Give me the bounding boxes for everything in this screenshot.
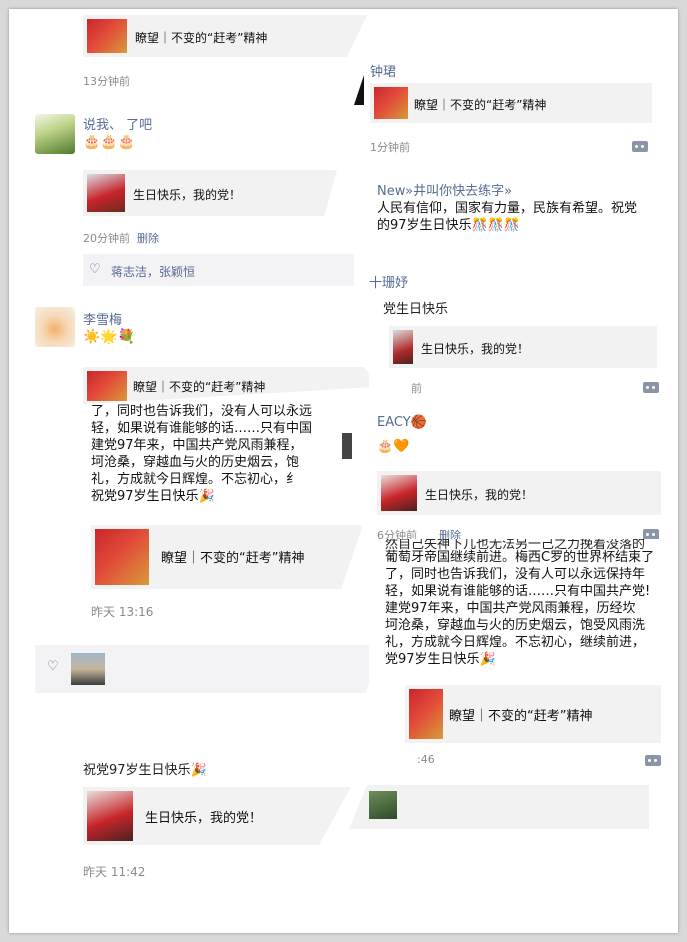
text-line: 了，同时也告诉我们，没有人可以永远 <box>91 404 313 419</box>
post-bottom-left: 祝党97岁生日快乐🎉 生日快乐，我的党！ 昨天 11:42 <box>9 757 359 933</box>
avatar[interactable] <box>35 307 75 347</box>
author-name[interactable]: 十珊妤 <box>369 272 408 291</box>
card-thumbnail <box>87 371 127 401</box>
liker-avatar[interactable] <box>71 653 105 685</box>
post-text: 葡萄牙帝国继续前进。梅西C罗的世界杯结束了 了，同时也告诉我们，没有人可以永远保… <box>385 549 678 668</box>
post-emoji: 🎂🧡 <box>377 439 410 454</box>
text-line: 礼，方成就今日辉煌。不忘初心，继续前进， <box>385 635 646 650</box>
card-thumbnail <box>95 529 149 585</box>
card-thumbnail <box>374 87 408 119</box>
post-shan: 十珊妤 党生日快乐 生日快乐，我的党！ 前 <box>369 264 678 404</box>
link-card[interactable]: 生日快乐，我的党！ <box>389 326 657 368</box>
likes-bar: ♡ 蒋志洁，张颖恒 <box>83 254 354 286</box>
post-time: :46 <box>417 753 435 766</box>
likes-bar: ♡ <box>35 645 380 693</box>
card-title: 生日快乐，我的党！ <box>133 188 242 202</box>
card-thumbnail <box>87 791 133 841</box>
card-thumbnail <box>381 475 417 511</box>
card-thumbnail <box>393 330 413 364</box>
more-icon[interactable] <box>643 382 659 393</box>
author-name[interactable]: 钟珺 <box>370 61 396 80</box>
text-line: 了，同时也告诉我们，没有人可以永远保持年 <box>385 567 646 582</box>
link-card[interactable]: 瞭望｜不变的“赶考”精神 <box>83 15 367 57</box>
text-line: 人民有信仰，国家有力量，民族有希望。祝党 <box>377 201 638 216</box>
post-emoji: ☀️🌟💐 <box>83 329 136 345</box>
card-title: 瞭望｜不变的“赶考”精神 <box>135 31 268 45</box>
author-name[interactable]: 李雪梅 <box>83 309 122 328</box>
card-title: 生日快乐，我的党！ <box>145 811 263 826</box>
link-card[interactable]: 生日快乐，我的党！ <box>83 170 337 216</box>
more-icon[interactable] <box>645 755 661 766</box>
card-title: 瞭望｜不变的“赶考”精神 <box>414 98 547 112</box>
post-time: 昨天 13:16 <box>91 605 154 619</box>
fragment-edge <box>342 433 352 459</box>
post-time: 20分钟前 <box>83 232 130 245</box>
card-title: 瞭望｜不变的“赶考”精神 <box>133 380 266 394</box>
card-title: 生日快乐，我的党！ <box>425 488 534 502</box>
author-name[interactable]: EACY🏀 <box>377 415 427 430</box>
card-title: 瞭望｜不变的“赶考”精神 <box>449 709 593 724</box>
author-name[interactable]: New»井叫你快去练字» <box>377 180 512 199</box>
more-icon[interactable] <box>632 141 648 152</box>
post-emoji: 🎂🎂🎂 <box>83 134 136 150</box>
text-line: 党97岁生日快乐🎉 <box>385 652 496 667</box>
card-thumbnail <box>369 791 397 819</box>
text-line: 建党97年来，中国共产党风雨兼程，历经坎 <box>385 601 636 616</box>
post-time: 1分钟前 <box>370 141 410 154</box>
link-card[interactable]: 生日快乐，我的党！ <box>377 471 661 515</box>
post-fragment-top: 瞭望｜不变的“赶考”精神 13分钟前 <box>79 9 369 99</box>
likes-names[interactable]: 蒋志洁，张颖恒 <box>111 263 195 280</box>
card-thumbnail <box>87 174 125 212</box>
link-card[interactable]: 生日快乐，我的党！ <box>83 787 351 845</box>
avatar[interactable] <box>35 114 75 154</box>
text-line: 葡萄牙帝国继续前进。梅西C罗的世界杯结束了 <box>385 550 655 565</box>
link-card[interactable]: 瞭望｜不变的“赶考”精神 <box>370 83 652 123</box>
text-line: 轻，如果说有谁能够的话……只有中国共产党! <box>385 584 651 599</box>
post-eacy: EACY🏀 🎂🧡 生日快乐，我的党！ 6分钟前 删除 <box>349 409 678 545</box>
collage-page: 瞭望｜不变的“赶考”精神 13分钟前 说我、 了吧 🎂🎂🎂 生日快乐，我的党！ … <box>9 9 678 933</box>
author-name[interactable]: 说我、 了吧 <box>83 114 152 133</box>
post-time: 13分钟前 <box>83 75 130 88</box>
post-text: 人民有信仰，国家有力量，民族有希望。祝党 的97岁生日快乐🎊🎊🎊 <box>377 200 677 234</box>
text-line: 的97岁生日快乐🎊🎊🎊 <box>377 218 521 233</box>
post-li-header: 李雪梅 ☀️🌟💐 瞭望｜不变的“赶考”精神 <box>9 299 389 404</box>
post-right-long: 然自己失神下几也无法另一己之力挽着没落的 葡萄牙帝国继续前进。梅西C罗的世界杯结… <box>369 539 678 775</box>
post-li-body: 了，同时也告诉我们，没有人可以永远 轻，如果说有谁能够的话……只有中国 建党97… <box>49 385 409 650</box>
heart-icon: ♡ <box>89 262 101 277</box>
link-card[interactable]: 瞭望｜不变的“赶考”精神 <box>91 525 363 589</box>
post-zhongjun: 钟珺 瞭望｜不变的“赶考”精神 1分钟前 <box>364 57 678 159</box>
link-card[interactable]: 瞭望｜不变的“赶考”精神 <box>405 685 661 743</box>
post-text: 党生日快乐 <box>383 302 449 317</box>
card-thumbnail <box>87 19 127 53</box>
post-new: New»井叫你快去练字» 人民有信仰，国家有力量，民族有希望。祝党 的97岁生日… <box>376 164 678 254</box>
partial-text: 祝党97岁生日快乐🎉 <box>83 763 207 778</box>
card-title: 生日快乐，我的党！ <box>421 342 530 356</box>
delete-link[interactable]: 删除 <box>137 230 159 246</box>
heart-icon: ♡ <box>47 659 59 674</box>
post-time: 前 <box>411 382 422 395</box>
post-shuowo: 说我、 了吧 🎂🎂🎂 生日快乐，我的党！ 20分钟前 删除 ♡ 蒋志洁，张颖恒 <box>9 104 354 294</box>
text-line: 坷沧桑，穿越血与火的历史烟云，饱受风雨洗 <box>385 618 646 633</box>
card-title: 瞭望｜不变的“赶考”精神 <box>161 551 305 566</box>
post-time: 昨天 11:42 <box>83 865 146 879</box>
card-thumbnail <box>409 689 443 739</box>
link-card[interactable] <box>349 785 649 829</box>
